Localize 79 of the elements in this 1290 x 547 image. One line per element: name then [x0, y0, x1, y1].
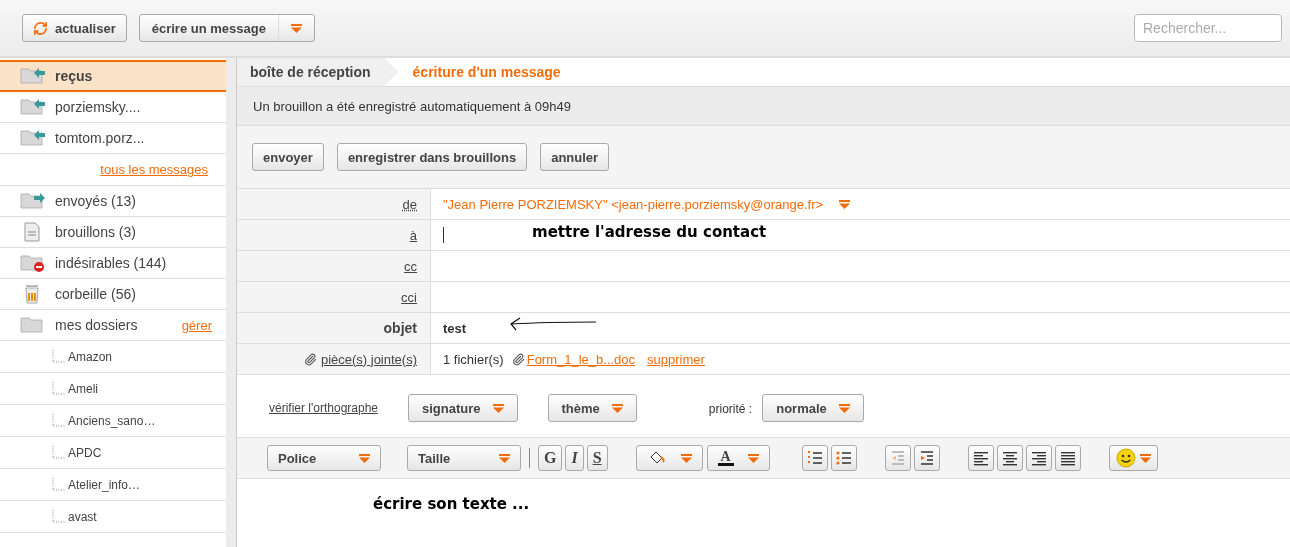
caret-icon — [838, 403, 850, 413]
tree-connector-icon — [52, 413, 66, 428]
refresh-button[interactable]: actualiser — [22, 14, 127, 42]
subfolder-item[interactable]: Atelier_info… — [0, 469, 226, 501]
caret-icon — [492, 403, 504, 413]
numbered-list-icon[interactable] — [801, 445, 828, 471]
field-label[interactable]: de — [402, 196, 417, 212]
align-center-icon[interactable] — [996, 445, 1023, 471]
text-style-button[interactable]: I — [565, 445, 584, 471]
folder-item[interactable]: reçus — [0, 60, 226, 92]
font-dropdown[interactable]: Police — [267, 445, 381, 471]
caret-icon — [499, 453, 510, 463]
action-button[interactable]: annuler — [540, 143, 610, 171]
priority-dropdown[interactable]: normale — [762, 394, 864, 422]
subfolder-item[interactable]: Amazon — [0, 341, 226, 373]
attachment-count: 1 fichier(s) — [443, 351, 504, 367]
field-label[interactable]: à — [409, 227, 417, 243]
tree-connector-icon — [52, 445, 66, 460]
indent-icon[interactable] — [913, 445, 940, 471]
caret-icon — [611, 403, 623, 413]
tree-connector-icon — [52, 349, 66, 364]
folder-arrow-icon — [20, 191, 46, 211]
justify-icon[interactable] — [1054, 445, 1081, 471]
subject-value[interactable]: test — [443, 320, 467, 336]
priority-label: priorité : — [708, 402, 753, 416]
text-style-button[interactable]: S — [586, 445, 608, 471]
annotation-text: mettre l'adresse du contact — [532, 223, 767, 241]
folder-arrow-icon — [20, 66, 46, 86]
paperclip-icon — [511, 352, 525, 366]
message-editor[interactable]: écrire son texte ... — [237, 479, 1290, 547]
text-color-button[interactable]: A — [706, 445, 770, 471]
folder-blocked-icon — [20, 253, 46, 273]
search-field[interactable]: Rechercher... — [1134, 14, 1282, 42]
folder-item[interactable]: brouillons (3) — [0, 217, 226, 248]
highlight-color-button[interactable] — [635, 445, 703, 471]
subfolder-item[interactable]: Anciens_sano… — [0, 405, 226, 437]
subfolder-item[interactable]: APDC — [0, 437, 226, 469]
caret-icon — [839, 199, 851, 209]
caret-icon — [359, 453, 370, 463]
emoji-button[interactable] — [1108, 445, 1158, 471]
bullet-list-icon[interactable] — [830, 445, 857, 471]
tree-connector-icon — [52, 477, 66, 492]
folder-item[interactable]: mes dossiers gérer — [0, 310, 226, 341]
folder-icon — [20, 315, 46, 335]
compose-button[interactable]: écrire un message — [138, 14, 315, 42]
field-label[interactable]: cc — [404, 258, 417, 274]
autosave-notice: Un brouillon a été enregistré automatiquement à 09h49 — [253, 98, 571, 114]
folder-item[interactable]: indésirables (144) — [0, 248, 226, 279]
caret-icon — [1139, 453, 1151, 463]
action-button[interactable]: envoyer — [252, 143, 324, 171]
text-cursor — [443, 227, 444, 243]
action-button[interactable]: enregistrer dans brouillons — [336, 143, 528, 171]
folder-item[interactable]: porziemsky.... — [0, 92, 226, 123]
caret-icon — [747, 453, 759, 463]
text-style-button[interactable]: G — [538, 445, 563, 471]
spellcheck-link[interactable]: vérifier l'orthographe — [269, 401, 378, 415]
theme-dropdown[interactable]: thème — [547, 394, 637, 422]
field-label[interactable]: cci — [401, 289, 417, 305]
refresh-icon — [33, 20, 48, 36]
subfolder-item[interactable]: avast — [0, 501, 226, 533]
folder-item[interactable]: tomtom.porz... — [0, 123, 226, 154]
align-left-icon[interactable] — [967, 445, 994, 471]
tree-connector-icon — [52, 381, 66, 396]
tree-connector-icon — [52, 509, 66, 524]
caret-icon — [680, 453, 692, 463]
field-label: objet — [383, 320, 417, 336]
annotation-text: écrire son texte ... — [373, 495, 530, 513]
folder-item[interactable]: corbeille (56) — [0, 279, 226, 310]
smiley-icon — [1115, 448, 1136, 468]
align-right-icon[interactable] — [1025, 445, 1052, 471]
subfolder-item[interactable]: Ameli — [0, 373, 226, 405]
breadcrumb-item[interactable]: boîte de réception — [237, 58, 399, 86]
folder-arrow-icon — [20, 128, 46, 148]
folder-item[interactable]: envoyés (13) — [0, 186, 226, 217]
signature-dropdown[interactable]: signature — [408, 394, 518, 422]
folder-arrow-icon — [20, 97, 46, 117]
paperclip-icon — [303, 352, 317, 366]
caret-icon — [290, 23, 302, 33]
size-dropdown[interactable]: Taille — [407, 445, 521, 471]
